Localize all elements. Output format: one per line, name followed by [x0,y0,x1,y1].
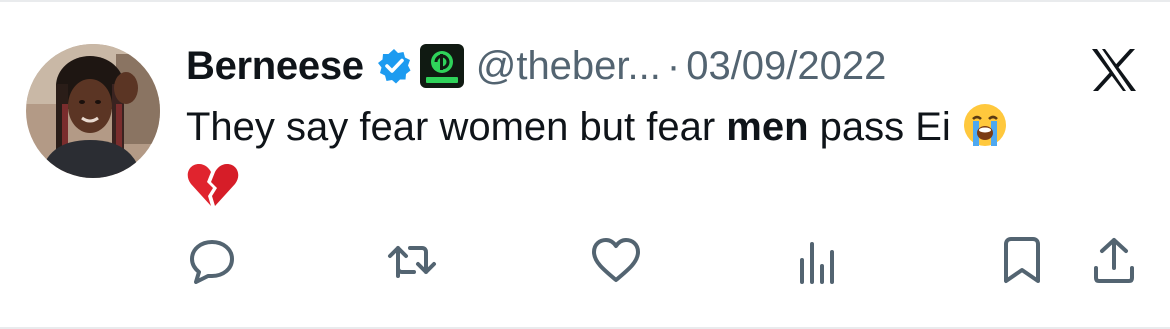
author-handle[interactable]: @theber... [476,44,661,89]
author-name[interactable]: Berneese [186,44,364,89]
reply-icon[interactable] [186,234,238,286]
loudly-crying-face-emoji [962,102,1008,160]
avatar[interactable] [26,44,160,178]
tweet-date[interactable]: 03/09/2022 [686,44,886,89]
verified-badge-icon [376,48,412,84]
tweet-header: Berneese @theber... · 03/09/2022 [186,40,886,92]
retweet-icon[interactable] [386,234,438,286]
tweet-text-bold: men [726,105,809,149]
tweet-text: They say fear women but fear men pass Ei [186,102,1116,222]
share-icon[interactable] [1088,234,1140,286]
tweet-text-part: pass Ei [808,105,951,149]
like-icon[interactable] [590,234,642,286]
engine-badge-icon[interactable] [419,44,464,88]
separator-dot: · [666,43,681,88]
tweet-text-part: They say fear women but fear [186,105,727,149]
tweet-card[interactable]: Berneese @theber... · 03/09/2022 They sa… [0,0,1170,329]
bookmark-icon[interactable] [996,234,1048,286]
views-icon[interactable] [792,234,844,286]
action-bar [0,234,1170,294]
broken-heart-emoji [186,160,240,222]
x-logo-icon[interactable] [1090,48,1138,92]
